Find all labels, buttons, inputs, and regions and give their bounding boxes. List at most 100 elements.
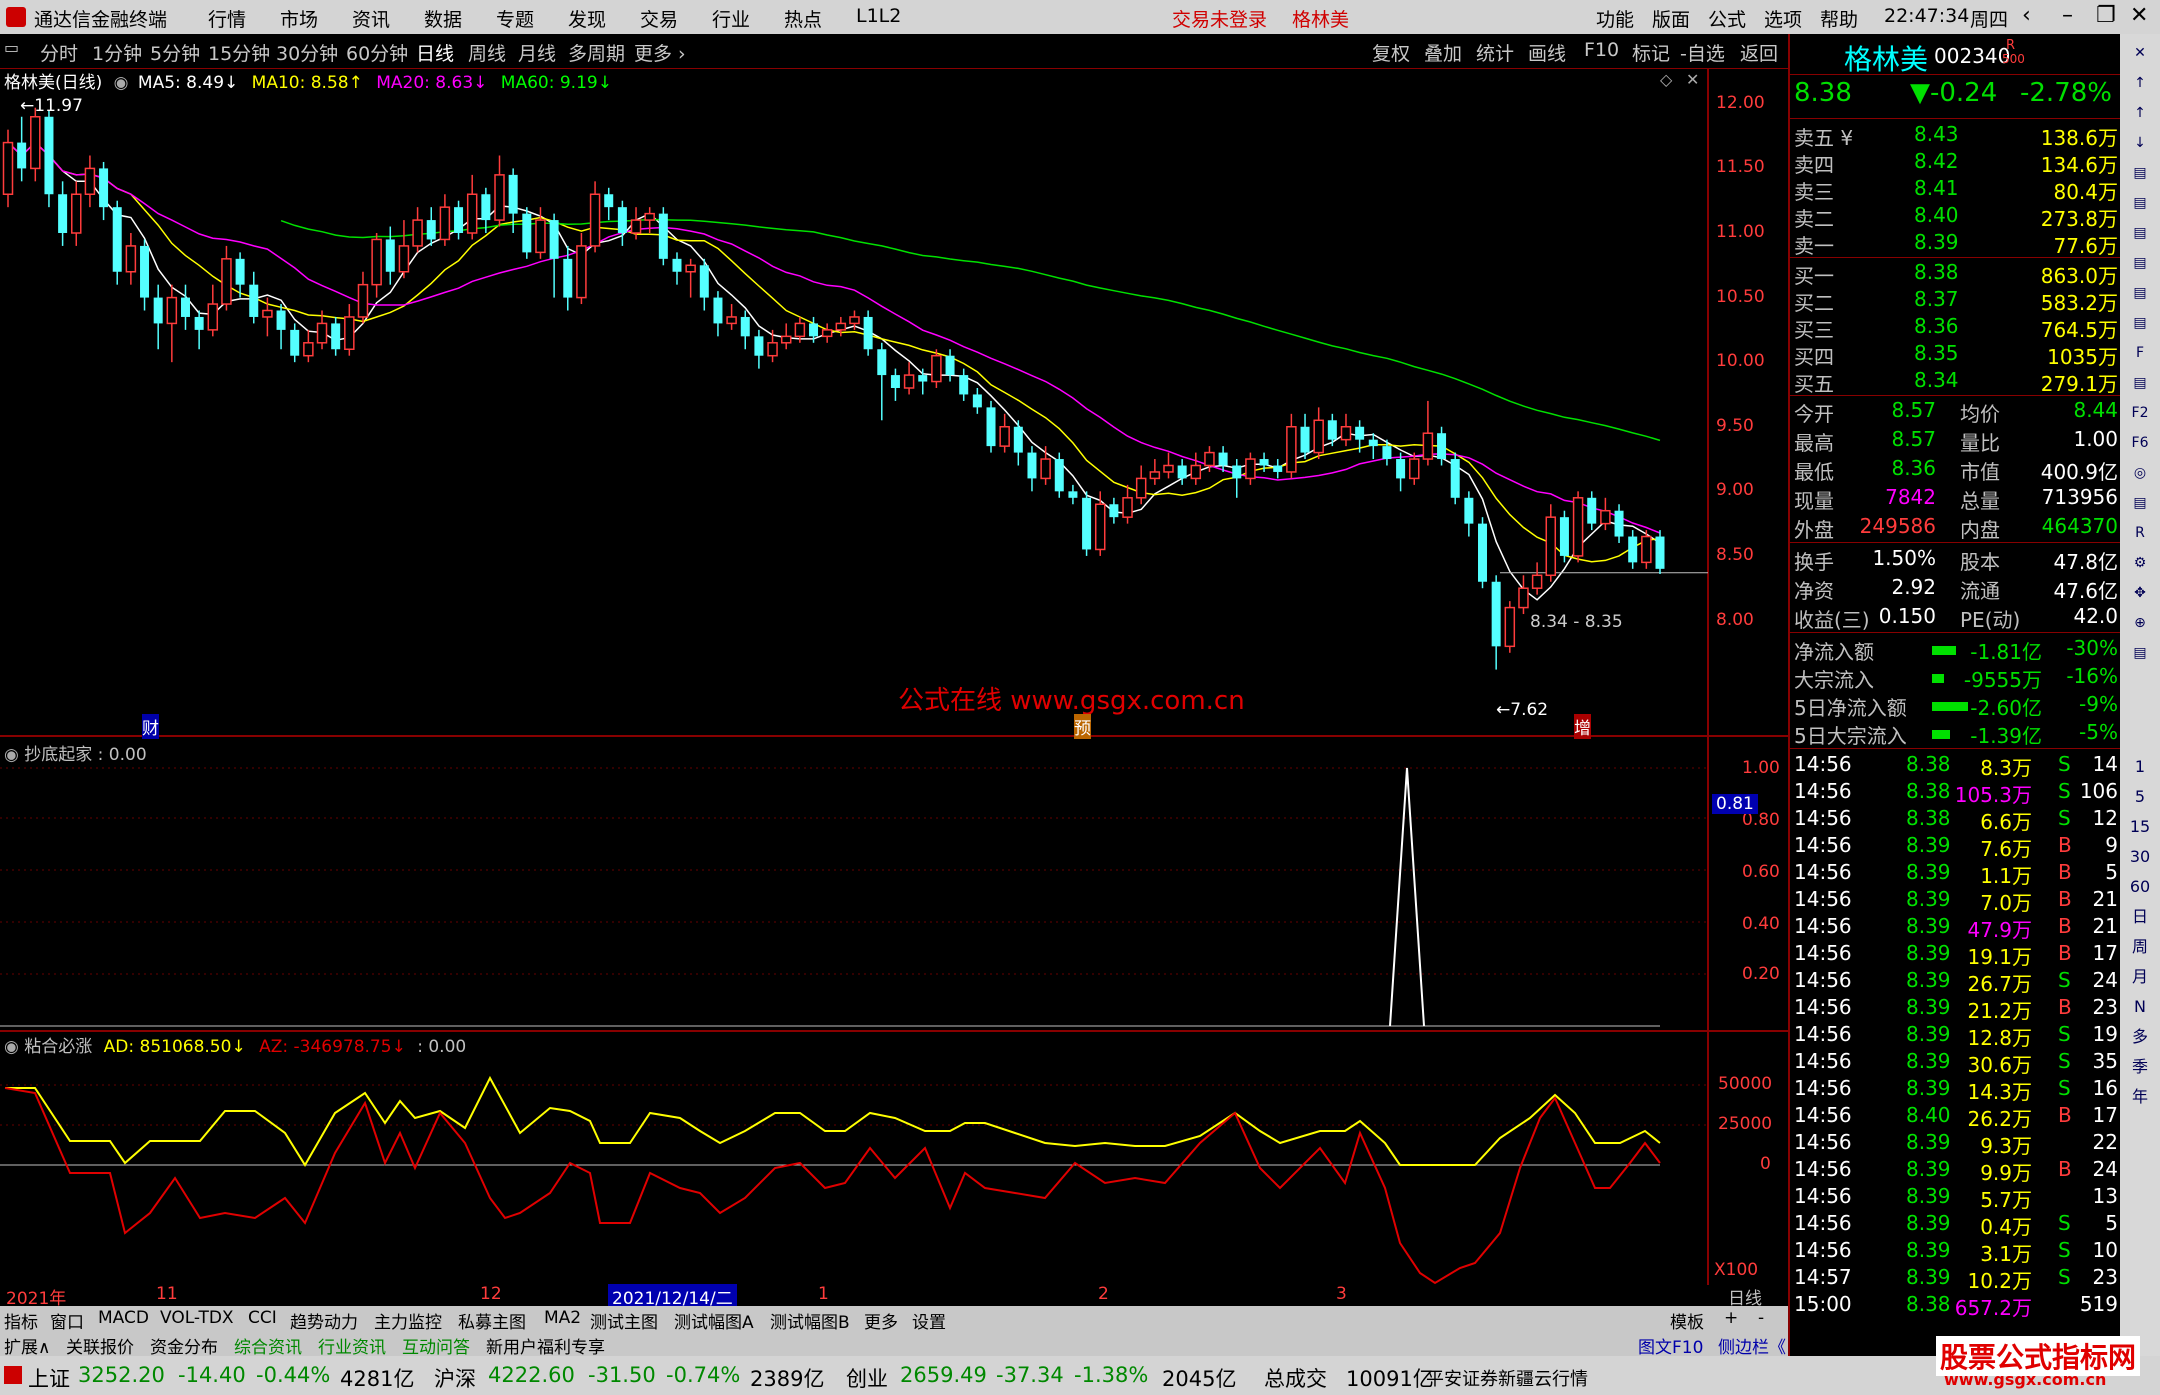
tab-test-b[interactable]: 测试幅图B	[770, 1308, 850, 1333]
rsi-icon[interactable]: R	[2128, 522, 2152, 544]
chart-canvas[interactable]	[0, 68, 1788, 1285]
chart-icon[interactable]: ▤	[2128, 492, 2152, 514]
gear-icon[interactable]: ⚙	[2128, 552, 2152, 574]
trade-status[interactable]: 交易未登录	[1172, 5, 1267, 32]
side-period-1[interactable]: 5	[2128, 786, 2152, 808]
side-period-11[interactable]: 年	[2128, 1086, 2152, 1108]
tool-overlay[interactable]: 叠加	[1424, 39, 1462, 66]
event-marker-pre[interactable]: 预	[1074, 714, 1091, 739]
f2-icon[interactable]: F2	[2128, 402, 2152, 424]
tab-settings[interactable]: 设置	[912, 1308, 946, 1333]
period-1min[interactable]: 1分钟	[92, 39, 142, 66]
side-period-5[interactable]: 日	[2128, 906, 2152, 928]
tab-macd[interactable]: MACD	[98, 1308, 149, 1328]
chart-icon[interactable]: ▤	[2128, 312, 2152, 334]
menu-data[interactable]: 数据	[424, 5, 462, 32]
side-period-9[interactable]: 多	[2128, 1026, 2152, 1048]
tool-favorite[interactable]: -自选	[1680, 39, 1725, 66]
add-button[interactable]: +	[1724, 1308, 1738, 1328]
period-daily[interactable]: 日线	[416, 39, 454, 66]
period-15min[interactable]: 15分钟	[208, 39, 270, 66]
settings-circle-icon[interactable]: ◉	[4, 1037, 19, 1057]
tool-adjust[interactable]: 复权	[1372, 39, 1410, 66]
diamond-icon[interactable]: ◇	[1660, 70, 1672, 89]
period-60min[interactable]: 60分钟	[346, 39, 408, 66]
tab-vol[interactable]: VOL-TDX	[160, 1308, 234, 1328]
tab-capital[interactable]: 资金分布	[150, 1333, 218, 1358]
event-marker-inc[interactable]: 增	[1574, 714, 1591, 739]
tool-stats[interactable]: 统计	[1476, 39, 1514, 66]
tab-more[interactable]: 更多	[864, 1308, 898, 1333]
tab-trend[interactable]: 趋势动力	[290, 1308, 358, 1333]
tool-mark[interactable]: 标记	[1632, 39, 1670, 66]
tab-ma2[interactable]: MA2	[544, 1308, 581, 1328]
minimize-icon[interactable]: –	[2062, 3, 2073, 28]
chart-icon[interactable]: ▤	[2128, 192, 2152, 214]
tab-window[interactable]: 窗口	[50, 1308, 84, 1333]
index-sh-name[interactable]: 上证	[28, 1363, 70, 1393]
tab-test-a[interactable]: 测试幅图A	[674, 1308, 754, 1333]
menu-trade[interactable]: 交易	[640, 5, 678, 32]
tool-back[interactable]: 返回	[1740, 39, 1778, 66]
side-period-0[interactable]: 1	[2128, 756, 2152, 778]
side-period-10[interactable]: 季	[2128, 1056, 2152, 1078]
side-period-3[interactable]: 30	[2128, 846, 2152, 868]
period-more[interactable]: 更多 ›	[634, 39, 686, 66]
tab-news[interactable]: 综合资讯	[234, 1333, 302, 1358]
move-icon[interactable]: ✥	[2128, 582, 2152, 604]
menu-quotes[interactable]: 行情	[208, 5, 246, 32]
side-period-6[interactable]: 周	[2128, 936, 2152, 958]
menu-hot[interactable]: 热点	[784, 5, 822, 32]
arrow-up-icon[interactable]: ↑	[2128, 102, 2152, 124]
arrow-up-icon[interactable]: ↑	[2128, 72, 2152, 94]
chart-icon[interactable]: ▤	[2128, 282, 2152, 304]
menu-news[interactable]: 资讯	[352, 5, 390, 32]
tab-test-main[interactable]: 测试主图	[590, 1308, 658, 1333]
period-weekly[interactable]: 周线	[468, 39, 506, 66]
menu-market[interactable]: 市场	[280, 5, 318, 32]
side-period-7[interactable]: 月	[2128, 966, 2152, 988]
tab-welfare[interactable]: 新用户福利专享	[486, 1333, 605, 1358]
collapse-icon[interactable]: ▭	[4, 38, 19, 57]
chart-icon[interactable]: ▤	[2128, 372, 2152, 394]
f10-icon[interactable]: F	[2128, 342, 2152, 364]
event-marker-fin[interactable]: 财	[142, 714, 159, 739]
back-icon[interactable]: ‹	[2022, 3, 2031, 28]
side-period-8[interactable]: N	[2128, 996, 2152, 1018]
menu-formula[interactable]: 公式	[1708, 5, 1746, 32]
remove-button[interactable]: -	[1758, 1308, 1764, 1328]
period-multi[interactable]: 多周期	[568, 39, 625, 66]
tab-monitor[interactable]: 主力监控	[374, 1308, 442, 1333]
settings-circle-icon[interactable]: ◉	[114, 73, 129, 93]
circle-icon[interactable]: ◎	[2128, 462, 2152, 484]
index-cy-name[interactable]: 创业	[846, 1363, 888, 1393]
menu-help[interactable]: 帮助	[1820, 5, 1858, 32]
chart-icon[interactable]: ▤	[2128, 162, 2152, 184]
menu-function[interactable]: 功能	[1596, 5, 1634, 32]
period-monthly[interactable]: 月线	[518, 39, 556, 66]
menu-l1l2[interactable]: L1L2	[856, 5, 901, 27]
tab-cci[interactable]: CCI	[248, 1308, 277, 1328]
period-30min[interactable]: 30分钟	[276, 39, 338, 66]
restore-icon[interactable]: ❐	[2096, 3, 2116, 28]
close-icon[interactable]: ✕	[2128, 42, 2152, 64]
close-icon[interactable]: ✕	[2130, 3, 2148, 28]
tab-qa[interactable]: 互动问答	[402, 1333, 470, 1358]
tab-industry-news[interactable]: 行业资讯	[318, 1333, 386, 1358]
arrow-down-icon[interactable]: ↓	[2128, 132, 2152, 154]
index-hs-name[interactable]: 沪深	[434, 1363, 476, 1393]
tab-private[interactable]: 私募主图	[458, 1308, 526, 1333]
chart-icon[interactable]: ▤	[2128, 222, 2152, 244]
menu-options[interactable]: 选项	[1764, 5, 1802, 32]
menu-topics[interactable]: 专题	[496, 5, 534, 32]
close-icon[interactable]: ✕	[1686, 70, 1699, 89]
side-period-4[interactable]: 60	[2128, 876, 2152, 898]
tab-expand[interactable]: 扩展∧	[4, 1333, 50, 1358]
menu-discover[interactable]: 发现	[568, 5, 606, 32]
side-period-2[interactable]: 15	[2128, 816, 2152, 838]
link-icon[interactable]: ⊕	[2128, 612, 2152, 634]
settings-circle-icon[interactable]: ◉	[4, 745, 19, 765]
period-intraday[interactable]: 分时	[40, 39, 78, 66]
f6-icon[interactable]: F6	[2128, 432, 2152, 454]
chart-icon[interactable]: ▤	[2128, 642, 2152, 664]
